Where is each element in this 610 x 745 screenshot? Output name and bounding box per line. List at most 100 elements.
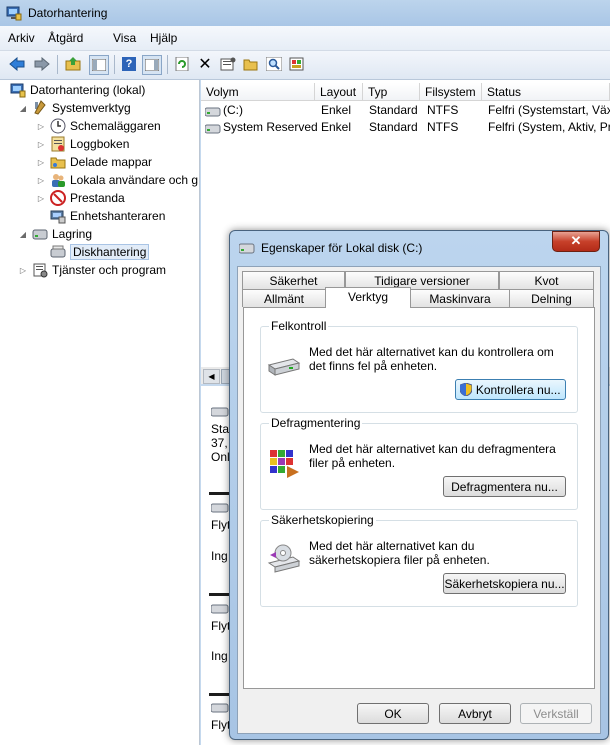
expand-arrow-icon[interactable]: ▷ bbox=[36, 158, 46, 167]
dialog-title: Egenskaper för Lokal disk (C:) bbox=[261, 241, 423, 255]
tree-system-tools[interactable]: ◢ Systemverktyg bbox=[18, 99, 131, 117]
wizard-icon[interactable] bbox=[288, 55, 306, 73]
tree-item-diskhantering[interactable]: Diskhantering bbox=[50, 243, 150, 261]
back-icon[interactable] bbox=[8, 55, 26, 73]
delete-icon[interactable]: ✕ bbox=[196, 55, 214, 73]
cell-volym: (C:) bbox=[223, 103, 243, 117]
open-icon[interactable] bbox=[242, 55, 260, 73]
help-icon[interactable]: ? bbox=[120, 55, 138, 73]
cell-filsystem: NTFS bbox=[427, 103, 459, 117]
tree-item-prestanda[interactable]: ▷ Prestanda bbox=[36, 189, 125, 207]
close-button[interactable]: ✕ bbox=[552, 231, 600, 252]
menu-arkiv[interactable]: Arkiv bbox=[8, 31, 35, 45]
computer-management-icon bbox=[6, 6, 22, 21]
column-typ[interactable]: Typ bbox=[363, 83, 420, 101]
menu-bar: Arkiv Åtgärd Visa Hjälp bbox=[0, 26, 610, 51]
tree-services[interactable]: ▷ Tjänster och program bbox=[18, 261, 166, 279]
column-status[interactable]: Status bbox=[482, 83, 610, 101]
cell-status: Felfri (System, Aktiv, Pr bbox=[488, 120, 610, 134]
tab-page-verktyg: Felkontroll Med det här alternativet kan… bbox=[243, 307, 595, 689]
tree-item-schemalaggaren[interactable]: ▷ Schemaläggaren bbox=[36, 117, 161, 135]
collapse-arrow-icon[interactable]: ◢ bbox=[18, 230, 28, 239]
forward-icon[interactable] bbox=[33, 55, 51, 73]
dialog-body: Säkerhet Tidigare versioner Kvot Allmänt… bbox=[237, 266, 601, 734]
up-folder-icon[interactable] bbox=[64, 55, 82, 73]
search-disk-icon[interactable] bbox=[265, 55, 283, 73]
refresh-icon[interactable] bbox=[173, 55, 191, 73]
tab-maskinvara[interactable]: Maskinvara bbox=[410, 289, 510, 307]
menu-hjalp[interactable]: Hjälp bbox=[150, 31, 177, 45]
tab-verktyg[interactable]: Verktyg bbox=[325, 287, 411, 308]
performance-icon bbox=[50, 190, 66, 206]
cell-typ: Standard bbox=[369, 103, 418, 117]
expand-arrow-icon[interactable]: ▷ bbox=[18, 266, 28, 275]
collapse-arrow-icon[interactable]: ◢ bbox=[18, 104, 28, 113]
defragment-icon bbox=[270, 450, 299, 478]
ok-button[interactable]: OK bbox=[357, 703, 429, 724]
tree-item-delade-mappar[interactable]: ▷ Delade mappar bbox=[36, 153, 152, 171]
group-sakerhetskopiering: Säkerhetskopiering Med det här alternati… bbox=[260, 513, 578, 607]
cell-layout: Enkel bbox=[321, 103, 352, 117]
group-title: Säkerhetskopiering bbox=[269, 513, 376, 527]
apply-button[interactable]: Verkställ bbox=[520, 703, 592, 724]
group-title: Felkontroll bbox=[269, 319, 329, 333]
cancel-button[interactable]: Avbryt bbox=[439, 703, 511, 724]
tree-root[interactable]: Datorhantering (lokal) bbox=[10, 81, 145, 99]
menu-atgard[interactable]: Åtgärd bbox=[48, 31, 83, 45]
title-bar: Datorhantering bbox=[0, 0, 610, 26]
group-felkontroll: Felkontroll Med det här alternativet kan… bbox=[260, 319, 578, 413]
tree-item-enhetshanteraren[interactable]: Enhetshanteraren bbox=[50, 207, 165, 225]
cell-layout: Enkel bbox=[321, 120, 352, 134]
toolbar: ? ✕ bbox=[0, 51, 610, 80]
expand-arrow-icon[interactable]: ▷ bbox=[36, 176, 46, 185]
scroll-left-icon[interactable]: ◀ bbox=[203, 369, 220, 384]
expand-arrow-icon[interactable]: ▷ bbox=[36, 194, 46, 203]
column-filsystem[interactable]: Filsystem bbox=[420, 83, 482, 101]
computer-management-icon bbox=[10, 83, 26, 98]
tree-storage[interactable]: ◢ Lagring bbox=[18, 225, 92, 243]
drive-icon bbox=[205, 124, 221, 134]
tab-kvot[interactable]: Kvot bbox=[499, 271, 594, 289]
event-log-icon bbox=[51, 136, 65, 152]
disk-management-icon bbox=[50, 245, 66, 258]
shield-icon bbox=[459, 382, 473, 397]
properties-dialog: Egenskaper för Lokal disk (C:) ✕ Säkerhe… bbox=[229, 230, 609, 740]
drive-icon bbox=[239, 243, 255, 254]
column-volym[interactable]: Volym bbox=[201, 83, 315, 101]
disk-icon bbox=[211, 703, 229, 713]
tab-delning[interactable]: Delning bbox=[509, 289, 594, 307]
backup-icon bbox=[267, 544, 301, 573]
disk-icon bbox=[211, 407, 229, 417]
properties-icon[interactable] bbox=[219, 55, 237, 73]
check-now-button[interactable]: Kontrollera nu... bbox=[455, 379, 566, 400]
services-icon bbox=[33, 263, 48, 278]
disk-icon bbox=[211, 604, 229, 614]
column-layout[interactable]: Layout bbox=[315, 83, 363, 101]
window-title: Datorhantering bbox=[28, 6, 108, 20]
menu-visa[interactable]: Visa bbox=[113, 31, 136, 45]
users-icon bbox=[52, 174, 65, 187]
tools-icon bbox=[34, 100, 46, 115]
storage-icon bbox=[32, 229, 48, 240]
navigation-tree: Datorhantering (lokal) ◢ Systemverktyg ▷… bbox=[0, 80, 200, 745]
tree-item-loggboken[interactable]: ▷ Loggboken bbox=[36, 135, 129, 153]
backup-now-button[interactable]: Säkerhetskopiera nu... bbox=[443, 573, 566, 594]
cell-filsystem: NTFS bbox=[427, 120, 459, 134]
expand-arrow-icon[interactable]: ▷ bbox=[36, 140, 46, 149]
clock-icon bbox=[50, 118, 66, 134]
drive-icon bbox=[205, 107, 221, 117]
cell-status: Felfri (Systemstart, Växl bbox=[488, 103, 610, 117]
cell-typ: Standard bbox=[369, 120, 418, 134]
expand-arrow-icon[interactable]: ▷ bbox=[36, 122, 46, 131]
defragment-now-button[interactable]: Defragmentera nu... bbox=[443, 476, 566, 497]
cell-volym: System Reserved bbox=[223, 120, 318, 134]
disk-icon bbox=[211, 503, 229, 513]
group-defragmentering: Defragmentering Med det här alternativet… bbox=[260, 416, 578, 510]
device-manager-icon bbox=[50, 210, 66, 224]
tab-allmant[interactable]: Allmänt bbox=[242, 289, 326, 307]
view-icon[interactable] bbox=[142, 55, 162, 75]
shared-folder-icon bbox=[50, 157, 66, 169]
group-title: Defragmentering bbox=[269, 416, 363, 430]
show-tree-icon[interactable] bbox=[89, 55, 109, 75]
tree-item-lokala-anvandare[interactable]: ▷ Lokala användare och g bbox=[36, 171, 198, 189]
